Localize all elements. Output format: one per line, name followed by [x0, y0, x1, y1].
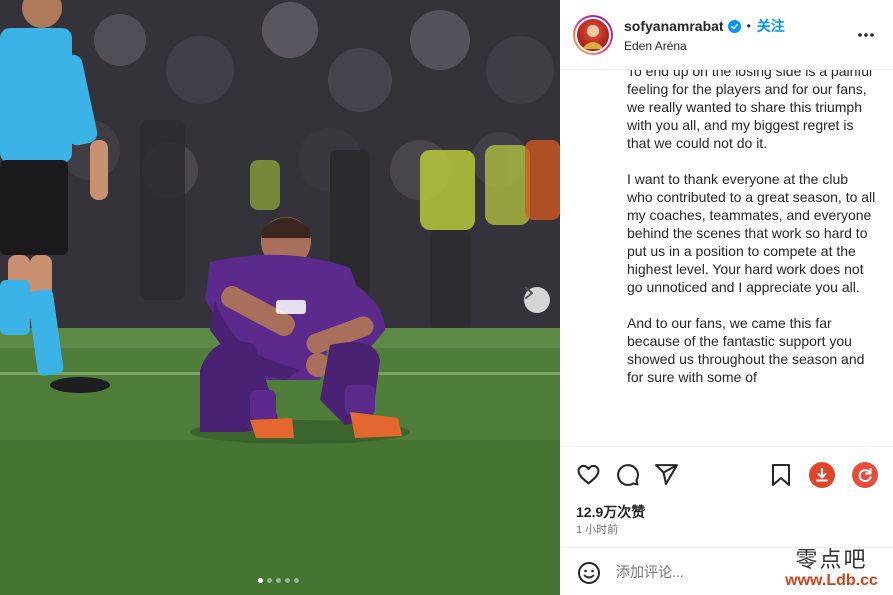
download-button[interactable]	[809, 462, 835, 488]
photo-illustration	[0, 0, 560, 595]
post-timestamp[interactable]: 1 小时前	[576, 521, 618, 537]
caption-paragraph: I want to thank everyone at the club who…	[627, 171, 876, 295]
post-photo	[0, 0, 560, 595]
more-icon[interactable]	[857, 26, 875, 44]
chevron-right-icon	[525, 287, 533, 299]
follow-button[interactable]: 关注	[757, 16, 785, 36]
action-bar	[560, 446, 893, 488]
post-header: sofyanamrabat • 关注 Eden Aréna	[560, 0, 893, 70]
comment-icon[interactable]	[615, 462, 640, 487]
heart-icon[interactable]	[576, 462, 601, 487]
post-side-panel: sofyanamrabat • 关注 Eden Aréna To end up …	[560, 0, 893, 595]
caption-paragraph: To end up on the losing side is a painfu…	[627, 70, 873, 151]
header-separator: •	[746, 19, 751, 33]
post-caption: To end up on the losing side is a painfu…	[627, 70, 877, 446]
carousel-indicator	[258, 578, 299, 583]
location-link[interactable]: Eden Aréna	[624, 39, 785, 53]
username-link[interactable]: sofyanamrabat	[624, 18, 724, 34]
carousel-next-button[interactable]	[524, 287, 550, 313]
refresh-button[interactable]	[852, 462, 878, 488]
bookmark-icon[interactable]	[770, 463, 792, 487]
carousel-dot[interactable]	[285, 578, 290, 583]
comment-bar	[560, 547, 893, 595]
carousel-dot[interactable]	[267, 578, 272, 583]
carousel-dot[interactable]	[258, 578, 263, 583]
refresh-icon	[858, 468, 872, 483]
likes-count[interactable]: 12.9万次赞	[576, 502, 645, 522]
share-icon[interactable]	[654, 462, 679, 487]
comment-input[interactable]	[616, 560, 796, 584]
avatar[interactable]	[575, 16, 611, 53]
download-icon	[816, 468, 828, 482]
verified-badge-icon	[727, 19, 741, 33]
emoji-icon[interactable]	[577, 561, 601, 585]
carousel-dot[interactable]	[276, 578, 281, 583]
carousel-dot[interactable]	[294, 578, 299, 583]
avatar-image	[582, 24, 604, 49]
story-ring[interactable]	[573, 14, 613, 55]
caption-paragraph: And to our fans, we came this far becaus…	[627, 315, 865, 385]
